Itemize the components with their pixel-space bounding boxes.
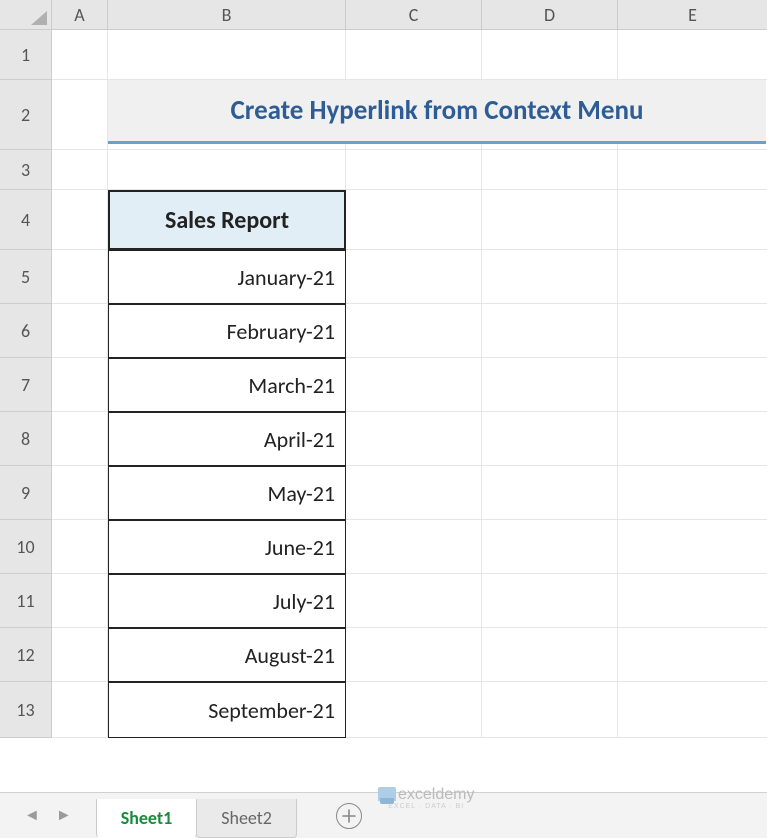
row-header-7[interactable]: 7 xyxy=(0,358,52,412)
column-header-E[interactable]: E xyxy=(618,0,767,30)
cell[interactable] xyxy=(618,250,767,304)
cell[interactable] xyxy=(482,304,618,358)
row-header-12[interactable]: 12 xyxy=(0,628,52,682)
cell[interactable] xyxy=(346,520,482,574)
column-headers: ABCDE xyxy=(52,0,767,30)
cell[interactable] xyxy=(52,628,108,682)
row-header-3[interactable]: 3 xyxy=(0,150,52,190)
cell[interactable] xyxy=(346,30,482,80)
sheet-tabs: Sheet1Sheet2 xyxy=(96,793,296,838)
report-data-cell[interactable]: July-21 xyxy=(108,574,346,628)
cell[interactable] xyxy=(482,520,618,574)
row-header-2[interactable]: 2 xyxy=(0,80,52,150)
cell[interactable] xyxy=(52,358,108,412)
watermark-subtext: EXCEL · DATA · BI xyxy=(378,803,474,810)
row-header-5[interactable]: 5 xyxy=(0,250,52,304)
cell[interactable] xyxy=(618,150,767,190)
row-header-9[interactable]: 9 xyxy=(0,466,52,520)
row-header-13[interactable]: 13 xyxy=(0,682,52,738)
title-merged-cell[interactable]: Create Hyperlink from Context Menu xyxy=(108,80,766,144)
report-data-cell[interactable]: April-21 xyxy=(108,412,346,466)
tab-nav-prev[interactable]: ◄ xyxy=(24,806,40,825)
row-header-6[interactable]: 6 xyxy=(0,304,52,358)
sheet-tab-sheet2[interactable]: Sheet2 xyxy=(196,799,297,838)
cell[interactable] xyxy=(482,358,618,412)
cell[interactable] xyxy=(618,682,767,738)
cell[interactable] xyxy=(482,466,618,520)
cell[interactable] xyxy=(52,574,108,628)
row-header-10[interactable]: 10 xyxy=(0,520,52,574)
row-header-8[interactable]: 8 xyxy=(0,412,52,466)
cell[interactable] xyxy=(52,466,108,520)
tab-nav-next[interactable]: ► xyxy=(56,806,72,825)
cell[interactable] xyxy=(108,30,346,80)
report-data-cell[interactable]: August-21 xyxy=(108,628,346,682)
cell[interactable] xyxy=(618,574,767,628)
cell[interactable] xyxy=(618,412,767,466)
cell[interactable] xyxy=(346,150,482,190)
row-header-4[interactable]: 4 xyxy=(0,190,52,250)
cell[interactable] xyxy=(482,190,618,250)
cell[interactable] xyxy=(52,190,108,250)
sheet-tab-sheet1[interactable]: Sheet1 xyxy=(96,799,198,838)
cell[interactable] xyxy=(482,412,618,466)
tab-nav-buttons: ◄ ► xyxy=(0,806,96,825)
watermark-text: exceldemy xyxy=(398,786,474,803)
cell[interactable] xyxy=(482,574,618,628)
watermark: exceldemy EXCEL · DATA · BI xyxy=(378,787,474,810)
report-data-cell[interactable]: September-21 xyxy=(108,682,346,738)
cell[interactable] xyxy=(618,358,767,412)
report-data-cell[interactable]: January-21 xyxy=(108,250,346,304)
cell[interactable] xyxy=(108,150,346,190)
cell[interactable] xyxy=(618,30,767,80)
column-header-C[interactable]: C xyxy=(346,0,482,30)
cell[interactable] xyxy=(52,304,108,358)
plus-icon xyxy=(342,809,356,823)
row-headers: 12345678910111213 xyxy=(0,30,52,738)
cell[interactable] xyxy=(346,358,482,412)
cell[interactable] xyxy=(52,30,108,80)
column-header-A[interactable]: A xyxy=(52,0,108,30)
cell[interactable] xyxy=(346,574,482,628)
cell[interactable] xyxy=(52,682,108,738)
cell[interactable] xyxy=(52,150,108,190)
cell[interactable] xyxy=(346,466,482,520)
cell[interactable] xyxy=(52,412,108,466)
cell[interactable] xyxy=(618,628,767,682)
cell[interactable] xyxy=(482,30,618,80)
column-header-D[interactable]: D xyxy=(482,0,618,30)
cell[interactable] xyxy=(346,682,482,738)
report-data-cell[interactable]: February-21 xyxy=(108,304,346,358)
cell[interactable] xyxy=(346,412,482,466)
report-header-cell[interactable]: Sales Report xyxy=(108,190,346,250)
cell[interactable] xyxy=(482,250,618,304)
report-data-cell[interactable]: May-21 xyxy=(108,466,346,520)
cell[interactable] xyxy=(618,520,767,574)
report-data-cell[interactable]: June-21 xyxy=(108,520,346,574)
row-header-1[interactable]: 1 xyxy=(0,30,52,80)
cell[interactable] xyxy=(482,628,618,682)
cell[interactable] xyxy=(346,304,482,358)
watermark-icon xyxy=(378,787,396,801)
cell[interactable] xyxy=(618,190,767,250)
cell[interactable] xyxy=(52,250,108,304)
column-header-B[interactable]: B xyxy=(108,0,346,30)
cell[interactable] xyxy=(346,250,482,304)
cell[interactable] xyxy=(482,150,618,190)
row-header-11[interactable]: 11 xyxy=(0,574,52,628)
cell[interactable] xyxy=(618,466,767,520)
cell[interactable] xyxy=(52,80,108,150)
report-data-cell[interactable]: March-21 xyxy=(108,358,346,412)
cell[interactable] xyxy=(346,628,482,682)
cell[interactable] xyxy=(346,190,482,250)
cell[interactable] xyxy=(482,682,618,738)
select-all-corner[interactable] xyxy=(0,0,52,30)
add-sheet-button[interactable] xyxy=(336,803,362,829)
cell[interactable] xyxy=(52,520,108,574)
cell[interactable] xyxy=(618,304,767,358)
